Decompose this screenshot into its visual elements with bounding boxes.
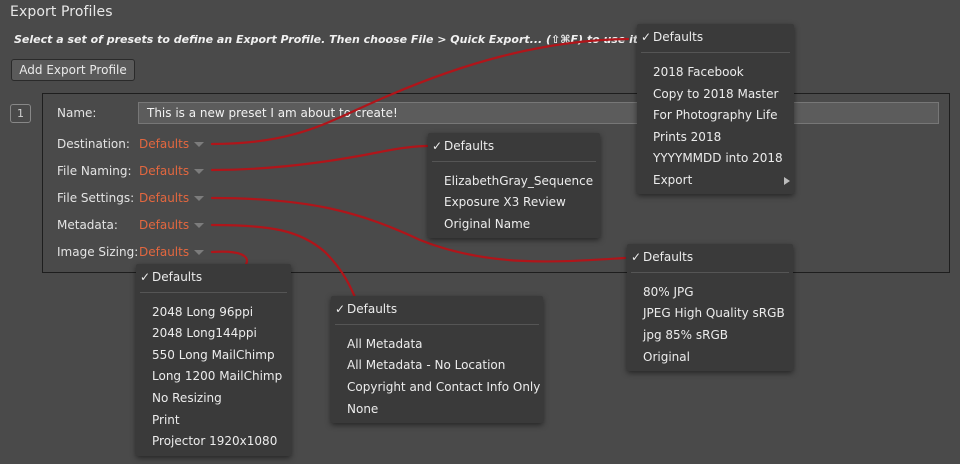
image-sizing-menu-selected[interactable]: ✓ Defaults xyxy=(140,264,202,290)
menu-separator xyxy=(335,324,539,325)
file-settings-label: File Settings: xyxy=(57,191,135,205)
file-naming-menu-selected-label: Defaults xyxy=(444,139,495,153)
image-sizing-menu-selected-label: Defaults xyxy=(152,270,203,284)
image-sizing-menu-item[interactable]: Long 1200 MailChimp xyxy=(152,365,282,387)
destination-value: Defaults xyxy=(139,137,190,151)
file-naming-popup[interactable]: Defaults xyxy=(139,164,205,178)
destination-popup[interactable]: Defaults xyxy=(139,137,205,151)
caret-down-icon xyxy=(194,222,205,228)
menu-separator xyxy=(641,52,790,53)
destination-menu-item[interactable]: YYYYMMDD into 2018 xyxy=(653,147,783,169)
metadata-menu-selected[interactable]: ✓ Defaults xyxy=(335,296,397,322)
destination-menu-item[interactable]: For Photography Life xyxy=(653,104,777,126)
file-settings-menu: ✓ Defaults 80% JPG JPEG High Quality sRG… xyxy=(627,244,793,371)
file-settings-menu-item[interactable]: 80% JPG xyxy=(643,281,694,303)
menu-separator xyxy=(432,161,596,162)
destination-label: Destination: xyxy=(57,137,130,151)
image-sizing-label: Image Sizing: xyxy=(57,245,139,259)
file-settings-menu-selected[interactable]: ✓ Defaults xyxy=(631,244,693,270)
checkmark-icon: ✓ xyxy=(140,270,151,284)
checkmark-icon: ✓ xyxy=(432,139,443,153)
caret-down-icon xyxy=(194,168,205,174)
image-sizing-menu: ✓ Defaults 2048 Long 96ppi 2048 Long144p… xyxy=(136,264,291,456)
metadata-menu-selected-label: Defaults xyxy=(347,302,398,316)
file-naming-value: Defaults xyxy=(139,164,190,178)
file-settings-popup[interactable]: Defaults xyxy=(139,191,205,205)
file-naming-label: File Naming: xyxy=(57,164,132,178)
file-settings-value: Defaults xyxy=(139,191,190,205)
file-naming-menu: ✓ Defaults ElizabethGray_Sequence Exposu… xyxy=(428,133,600,238)
metadata-popup[interactable]: Defaults xyxy=(139,218,205,232)
destination-menu-item-export[interactable]: Export xyxy=(653,169,692,191)
destination-menu: ✓ Defaults 2018 Facebook Copy to 2018 Ma… xyxy=(637,24,794,194)
image-sizing-menu-item[interactable]: 550 Long MailChimp xyxy=(152,344,275,366)
metadata-menu-item[interactable]: All Metadata - No Location xyxy=(347,354,505,376)
menu-separator xyxy=(140,292,287,293)
image-sizing-menu-item[interactable]: Projector 1920x1080 xyxy=(152,430,277,452)
image-sizing-menu-item[interactable]: Print xyxy=(152,409,180,431)
caret-down-icon xyxy=(194,249,205,255)
image-sizing-menu-item[interactable]: 2048 Long 96ppi xyxy=(152,301,253,323)
metadata-value: Defaults xyxy=(139,218,190,232)
image-sizing-value: Defaults xyxy=(139,245,190,259)
file-settings-menu-selected-label: Defaults xyxy=(643,250,694,264)
destination-menu-item[interactable]: Copy to 2018 Master xyxy=(653,83,778,105)
file-settings-menu-item[interactable]: jpg 85% sRGB xyxy=(643,324,728,346)
profile-name-input[interactable]: This is a new preset I am about to creat… xyxy=(138,102,939,124)
metadata-label: Metadata: xyxy=(57,218,118,232)
file-naming-menu-item[interactable]: Original Name xyxy=(444,213,530,235)
metadata-menu-item[interactable]: All Metadata xyxy=(347,333,423,355)
file-naming-menu-selected[interactable]: ✓ Defaults xyxy=(432,133,494,159)
file-naming-menu-item[interactable]: ElizabethGray_Sequence xyxy=(444,170,593,192)
metadata-menu-item[interactable]: None xyxy=(347,398,378,420)
file-settings-menu-item[interactable]: JPEG High Quality sRGB xyxy=(643,302,785,324)
checkmark-icon: ✓ xyxy=(335,302,346,316)
add-export-profile-button[interactable]: Add Export Profile xyxy=(11,59,135,81)
profile-index-badge: 1 xyxy=(10,104,31,123)
instructions-text: Select a set of presets to define an Exp… xyxy=(14,33,643,46)
destination-menu-selected[interactable]: ✓ Defaults xyxy=(641,24,703,50)
checkmark-icon: ✓ xyxy=(641,30,652,44)
destination-menu-item[interactable]: Prints 2018 xyxy=(653,126,721,148)
image-sizing-menu-item[interactable]: 2048 Long144ppi xyxy=(152,322,257,344)
chevron-right-icon xyxy=(784,177,790,185)
name-label: Name: xyxy=(57,106,97,120)
page-title: Export Profiles xyxy=(10,4,113,20)
file-naming-menu-item[interactable]: Exposure X3 Review xyxy=(444,191,566,213)
caret-down-icon xyxy=(194,195,205,201)
menu-separator xyxy=(631,272,789,273)
image-sizing-popup[interactable]: Defaults xyxy=(139,245,205,259)
metadata-menu-item[interactable]: Copyright and Contact Info Only xyxy=(347,376,540,398)
destination-menu-selected-label: Defaults xyxy=(653,30,704,44)
metadata-menu: ✓ Defaults All Metadata All Metadata - N… xyxy=(331,296,543,423)
caret-down-icon xyxy=(194,141,205,147)
image-sizing-menu-item[interactable]: No Resizing xyxy=(152,387,222,409)
checkmark-icon: ✓ xyxy=(631,250,642,264)
destination-menu-item[interactable]: 2018 Facebook xyxy=(653,61,744,83)
file-settings-menu-item[interactable]: Original xyxy=(643,346,690,368)
